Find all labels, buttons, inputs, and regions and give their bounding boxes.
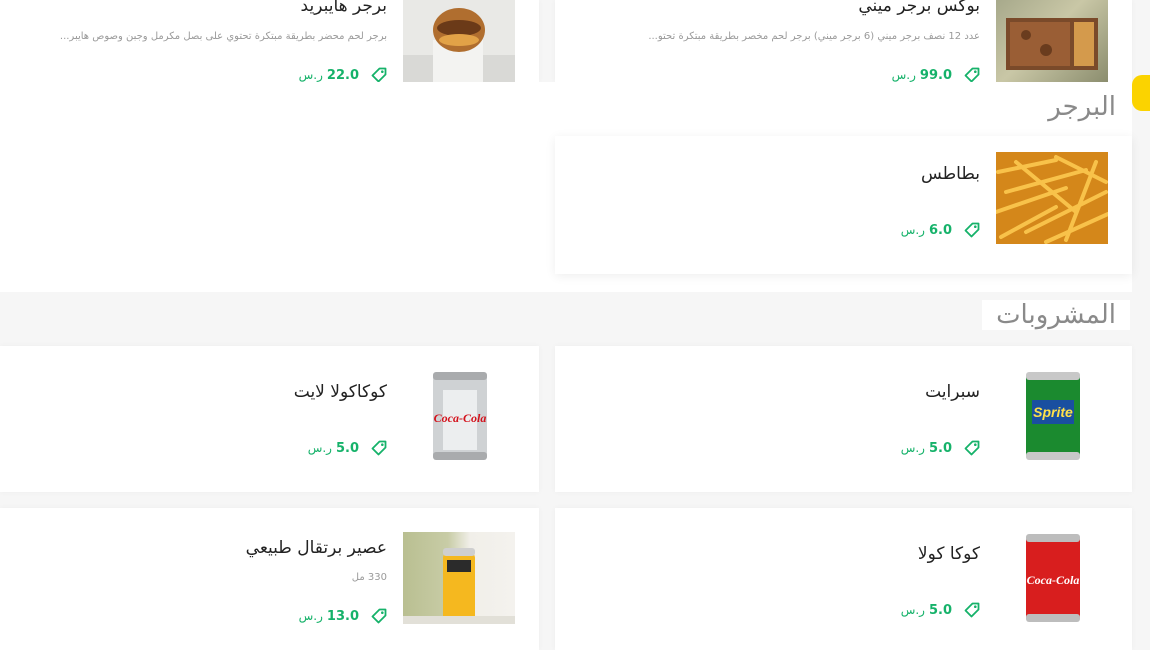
tag-icon [964,67,980,83]
menu-item-orange-juice[interactable]: عصير برتقال طبيعي 330 مل ر.س 13.0 [0,508,539,650]
item-price: ر.س 5.0 [901,602,980,618]
item-name: بوكس برجر ميني [858,0,980,16]
tag-icon [371,440,387,456]
item-image: Sprite [996,370,1108,462]
item-price: ر.س 6.0 [901,222,980,238]
item-image [996,0,1108,82]
item-price: ر.س 5.0 [308,440,387,456]
menu-item-fries[interactable]: بطاطس ر.س 6.0 [555,136,1132,274]
item-name: كوكا كولا [917,544,980,564]
menu-item-burger-hybrid[interactable]: برجر هايبريد برجر لحم محضر بطريقة مبتكرة… [0,0,539,83]
menu-item-sprite[interactable]: Sprite سبرايت ر.س 5.0 [555,346,1132,492]
tag-icon [964,602,980,618]
tag-icon [371,67,387,83]
floating-cart-tab[interactable] [1132,75,1150,111]
item-name: بطاطس [920,164,980,184]
item-image: Coca-Cola [403,370,515,462]
item-name: عصير برتقال طبيعي [245,538,387,558]
item-image [403,532,515,624]
item-price: ر.س 22.0 [299,67,387,83]
tag-icon [371,608,387,624]
item-description: عدد 12 نصف برجر ميني (6 برجر ميني) برجر … [648,31,980,42]
tag-icon [964,440,980,456]
item-image: Coca-Cola [996,532,1108,624]
item-name: كوكاكولا لايت [293,382,387,402]
item-price: ر.س 99.0 [892,67,980,83]
menu-item-burger-mini-box[interactable]: بوكس برجر ميني عدد 12 نصف برجر ميني (6 ب… [555,0,1132,83]
svg-text:Sprite: Sprite [1033,404,1073,420]
item-description: 330 مل [351,572,387,583]
svg-text:Coca-Cola: Coca-Cola [434,411,487,425]
item-price: ر.س 5.0 [901,440,980,456]
menu-item-coke-light[interactable]: Coca-Cola كوكاكولا لايت ر.س 5.0 [0,346,539,492]
tag-icon [964,222,980,238]
item-description: برجر لحم محضر بطريقة مبتكرة تحتوي على بص… [59,31,387,42]
item-image [403,0,515,82]
item-name: برجر هايبريد [300,0,387,16]
section-title-burger: البرجر [1034,92,1130,122]
section-title-drinks: المشروبات [982,300,1130,330]
item-price: ر.س 13.0 [299,608,387,624]
menu-item-coca-cola[interactable]: Coca-Cola كوكا كولا ر.س 5.0 [555,508,1132,650]
item-name: سبرايت [925,382,980,402]
item-image [996,152,1108,244]
svg-text:Coca-Cola: Coca-Cola [1027,573,1080,587]
